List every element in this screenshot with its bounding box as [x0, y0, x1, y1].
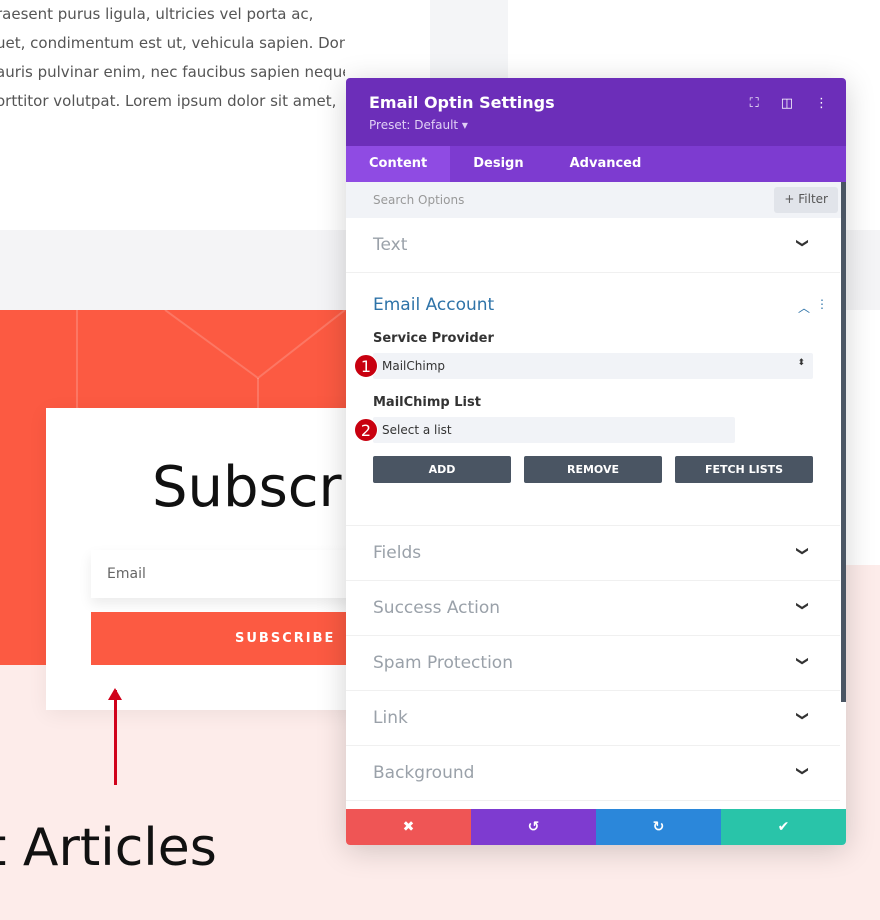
paragraph-line: auris pulvinar enim, nec faucibus sapien…: [0, 63, 345, 81]
section-background[interactable]: Background ❯: [346, 746, 840, 801]
section-email-account: Email Account ︿ ⋮ Service Provider 1 Mai…: [346, 273, 840, 526]
section-label: Link: [373, 708, 408, 728]
articles-heading: t Articles: [0, 818, 217, 878]
body-paragraph: raesent purus ligula, ultricies vel port…: [0, 0, 345, 116]
panel-footer: ✖ ↺ ↻ ✔: [346, 809, 846, 845]
undo-button[interactable]: ↺: [471, 809, 596, 845]
section-label: Fields: [373, 543, 422, 563]
section-label: Success Action: [373, 598, 501, 618]
close-icon: ✖: [402, 819, 415, 835]
search-options-input[interactable]: Search Options + Filter: [346, 182, 846, 218]
cancel-button[interactable]: ✖: [346, 809, 471, 845]
preset-dropdown[interactable]: Preset: Default ▾: [369, 118, 823, 132]
mailchimp-list-label: MailChimp List: [373, 395, 481, 410]
panel-tabs: Content Design Advanced: [346, 146, 846, 182]
subscribe-button[interactable]: SUBSCRIBE: [91, 612, 361, 665]
service-provider-select[interactable]: 1 MailChimp ⬍: [354, 353, 813, 379]
select-value: Select a list: [382, 423, 452, 437]
undo-icon: ↺: [527, 819, 540, 835]
section-title[interactable]: Email Account: [373, 295, 813, 315]
section-text[interactable]: Text ❯: [346, 218, 840, 273]
mailchimp-list-select[interactable]: 2 Select a list: [354, 417, 735, 443]
step-badge: 2: [354, 418, 378, 442]
section-label: Text: [373, 235, 408, 255]
paragraph-line: orttitor volutpat. Lorem ipsum dolor sit…: [0, 92, 337, 110]
section-link[interactable]: Link ❯: [346, 691, 840, 746]
paragraph-line: raesent purus ligula, ultricies vel port…: [0, 5, 314, 23]
step-badge: 1: [354, 354, 378, 378]
chevron-down-icon: ❯: [795, 765, 810, 777]
section-label: Background: [373, 763, 475, 783]
chevron-down-icon: ❯: [795, 655, 810, 667]
select-value: MailChimp: [382, 359, 445, 373]
check-icon: ✔: [777, 819, 790, 835]
section-fields[interactable]: Fields ❯: [346, 526, 840, 581]
fetch-lists-button[interactable]: FETCH LISTS: [675, 456, 813, 483]
email-input[interactable]: Email: [91, 550, 361, 598]
annotation-arrow: [114, 690, 117, 785]
select-arrows-icon: ⬍: [797, 358, 805, 368]
section-success-action[interactable]: Success Action ❯: [346, 581, 840, 636]
settings-panel: Email Optin Settings Preset: Default ▾ ⛶…: [346, 78, 846, 845]
scrollbar[interactable]: [841, 182, 846, 702]
redo-button[interactable]: ↻: [596, 809, 721, 845]
save-button[interactable]: ✔: [721, 809, 846, 845]
tab-content[interactable]: Content: [346, 146, 451, 182]
tab-advanced[interactable]: Advanced: [547, 146, 665, 182]
chevron-up-icon[interactable]: ︿: [798, 299, 810, 316]
arrow-head-icon: [108, 688, 122, 700]
panel-header: Email Optin Settings Preset: Default ▾ ⛶…: [346, 78, 846, 146]
paragraph-line: uet, condimentum est ut, vehicula sapien…: [0, 34, 345, 52]
more-vertical-icon[interactable]: ⋮: [816, 297, 828, 311]
service-provider-label: Service Provider: [373, 331, 494, 346]
split-view-icon[interactable]: ◫: [781, 96, 793, 111]
remove-button[interactable]: REMOVE: [524, 456, 662, 483]
fullscreen-icon[interactable]: ⛶: [750, 96, 759, 111]
redo-icon: ↻: [652, 819, 665, 835]
section-label: Spam Protection: [373, 653, 513, 673]
search-placeholder: Search Options: [373, 193, 465, 207]
tab-design[interactable]: Design: [450, 146, 546, 182]
more-vertical-icon[interactable]: ⋮: [815, 96, 828, 111]
chevron-down-icon: ❯: [795, 600, 810, 612]
chevron-down-icon: ❯: [795, 545, 810, 557]
pink-section-right: [846, 565, 880, 675]
panel-body: Text ❯ Email Account ︿ ⋮ Service Provider…: [346, 218, 840, 809]
section-spam-protection[interactable]: Spam Protection ❯: [346, 636, 840, 691]
chevron-down-icon: ❯: [795, 237, 810, 249]
chevron-down-icon: ❯: [795, 710, 810, 722]
filter-button[interactable]: + Filter: [774, 187, 838, 213]
add-button[interactable]: ADD: [373, 456, 511, 483]
